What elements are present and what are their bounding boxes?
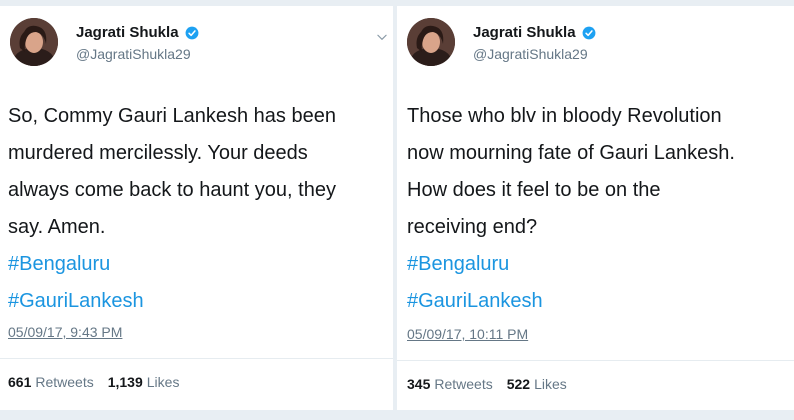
avatar[interactable] — [10, 18, 58, 66]
verified-badge-icon — [185, 26, 199, 40]
author-name[interactable]: Jagrati Shukla — [473, 24, 576, 41]
likes-count[interactable]: 1,139 — [108, 374, 143, 390]
tweet-stats: 661 Retweets 1,139 Likes — [8, 374, 179, 390]
chevron-down-icon[interactable] — [375, 30, 389, 44]
tweet-timestamp[interactable]: 05/09/17, 9:43 PM — [8, 324, 122, 340]
hashtag-link[interactable]: #GauriLankesh — [8, 283, 144, 320]
retweets-label[interactable]: Retweets — [35, 374, 93, 390]
divider — [0, 358, 393, 359]
retweets-count[interactable]: 345 — [407, 376, 430, 392]
tweet-timestamp[interactable]: 05/09/17, 10:11 PM — [407, 326, 528, 342]
likes-label[interactable]: Likes — [147, 374, 180, 390]
author-name-row: Jagrati Shukla — [76, 24, 199, 41]
likes-label[interactable]: Likes — [534, 376, 567, 392]
hashtag-link[interactable]: #GauriLankesh — [407, 283, 543, 320]
author-handle[interactable]: @JagratiShukla29 — [473, 46, 588, 62]
tweet-header: Jagrati Shukla @JagratiShukla29 — [397, 6, 794, 86]
tweet-text: So, Commy Gauri Lankesh has been murdere… — [8, 105, 336, 238]
tweet-card-1: Jagrati Shukla @JagratiShukla29 So, Comm… — [0, 6, 393, 410]
tweet-card-2: Jagrati Shukla @JagratiShukla29 Those wh… — [397, 6, 794, 410]
author-name[interactable]: Jagrati Shukla — [76, 24, 179, 41]
retweets-count[interactable]: 661 — [8, 374, 31, 390]
avatar[interactable] — [407, 18, 455, 66]
retweets-label[interactable]: Retweets — [434, 376, 492, 392]
author-name-row: Jagrati Shukla — [473, 24, 596, 41]
hashtag-link[interactable]: #Bengaluru — [8, 246, 110, 283]
tweet-stats: 345 Retweets 522 Likes — [407, 376, 567, 392]
tweet-header: Jagrati Shukla @JagratiShukla29 — [0, 6, 393, 86]
likes-count[interactable]: 522 — [507, 376, 530, 392]
author-handle[interactable]: @JagratiShukla29 — [76, 46, 191, 62]
verified-badge-icon — [582, 26, 596, 40]
tweet-text: Those who blv in bloody Revolution now m… — [407, 105, 735, 238]
hashtag-link[interactable]: #Bengaluru — [407, 246, 509, 283]
divider — [397, 360, 794, 361]
